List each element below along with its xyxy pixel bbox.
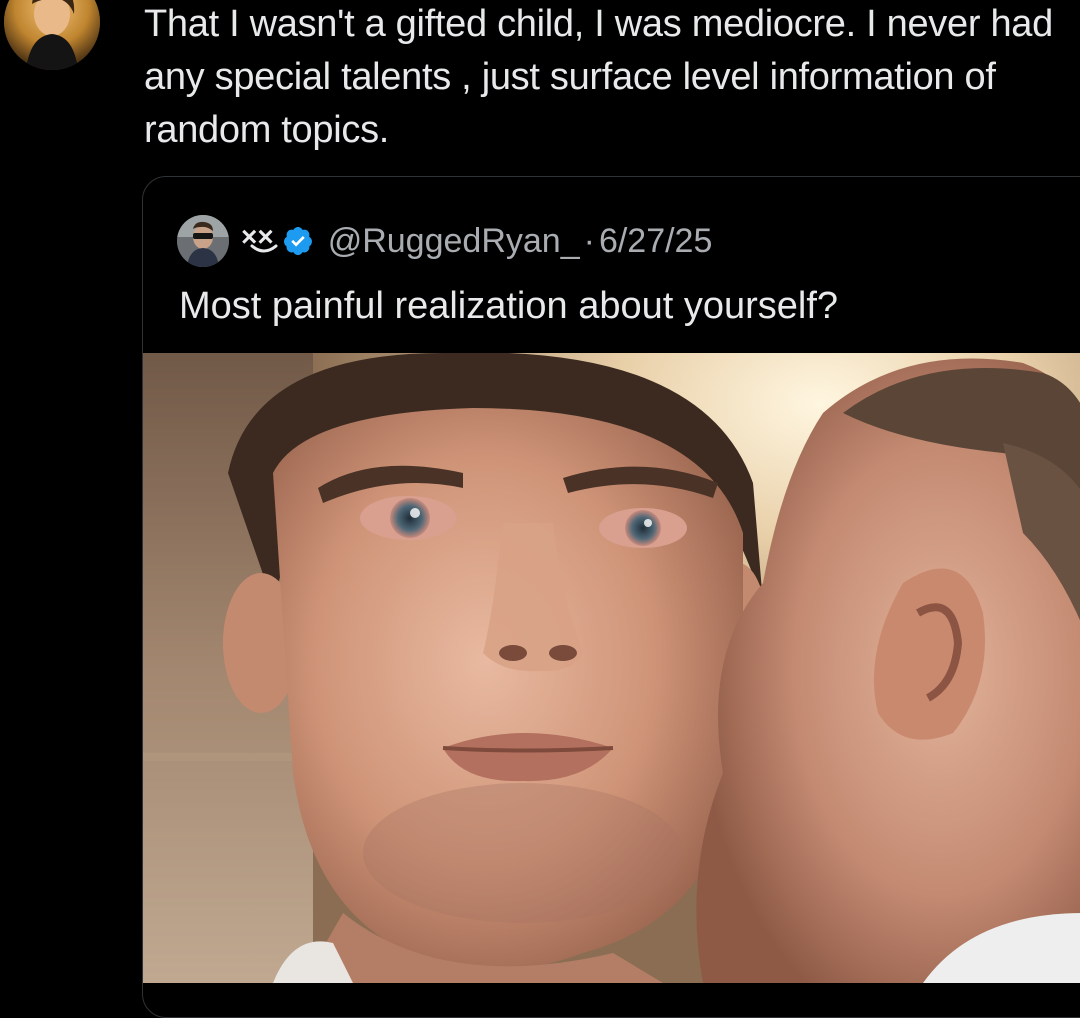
quoted-display-name[interactable]: ×× — [241, 221, 278, 253]
photo-image-icon — [143, 353, 1080, 983]
quoted-user-avatar[interactable] — [177, 215, 229, 267]
tweet-text: That I wasn't a gifted child, I was medi… — [144, 3, 1053, 151]
poster-avatar[interactable] — [4, 0, 100, 70]
quoted-tweet-header: ×× @RuggedRyan_ · 6/27/25 — [177, 213, 712, 269]
quoted-media-image[interactable] — [143, 353, 1080, 983]
verified-badge-icon — [282, 225, 314, 257]
quoted-date[interactable]: 6/27/25 — [599, 222, 712, 261]
user-avatar-icon — [4, 0, 100, 70]
separator-dot: · — [583, 221, 595, 260]
quoted-tweet-card[interactable]: ×× @RuggedRyan_ · 6/27/25 Most painful r… — [142, 176, 1080, 1018]
user-avatar-icon — [177, 215, 229, 267]
quoted-handle[interactable]: @RuggedRyan_ — [328, 222, 580, 261]
smile-glyph-icon — [250, 244, 278, 253]
quoted-tweet-text: Most painful realization about yourself? — [179, 285, 839, 327]
